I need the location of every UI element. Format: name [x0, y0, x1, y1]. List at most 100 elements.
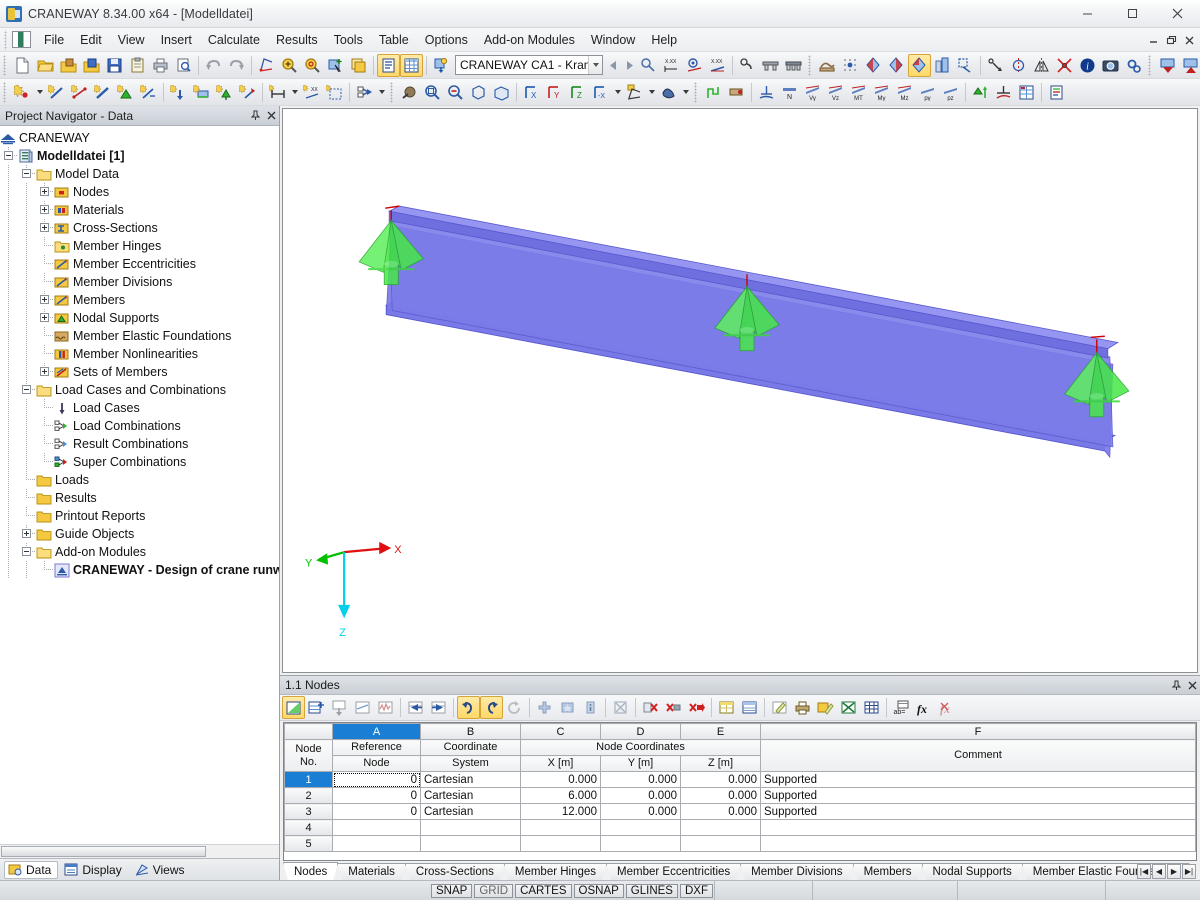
cell-x[interactable] — [520, 819, 601, 836]
add-row-icon[interactable] — [533, 696, 556, 719]
new-hinge-icon[interactable] — [137, 81, 160, 104]
menu-help[interactable]: Help — [643, 30, 685, 50]
cell-coordinate-system[interactable]: Cartesian — [420, 771, 521, 788]
combo-next-icon[interactable] — [621, 54, 637, 77]
sheet-tab-members[interactable]: Members — [853, 863, 923, 880]
status-toggle-grid[interactable]: GRID — [474, 883, 514, 898]
dimension-xx-icon[interactable]: X.XX — [660, 54, 683, 77]
render-settings-icon[interactable] — [255, 54, 278, 77]
nodal-support-down-icon[interactable] — [167, 81, 190, 104]
row-header[interactable]: 4 — [284, 819, 333, 836]
column-header-b[interactable]: B — [420, 723, 521, 740]
tree-item-member-eccentricities[interactable]: Member Eccentricities — [0, 255, 279, 273]
table-row[interactable]: 5 — [284, 835, 1196, 852]
row-header[interactable]: 3 — [284, 803, 333, 820]
tree-item-results[interactable]: Results — [0, 489, 279, 507]
tree-item-materials[interactable]: Materials — [0, 201, 279, 219]
tab-last-icon[interactable]: ▶| — [1182, 864, 1196, 879]
mdi-minimize-button[interactable] — [1144, 31, 1162, 49]
cell-z[interactable]: 0.000 — [680, 803, 761, 820]
grid-table-icon[interactable] — [860, 696, 883, 719]
sheet-tab-member-divisions[interactable]: Member Divisions — [740, 863, 853, 880]
blue-table-icon[interactable] — [738, 696, 761, 719]
navigator-tree[interactable]: CRANEWAY Modelldatei [1] Model Data Nodes Ma… — [0, 126, 279, 844]
mdi-restore-button[interactable] — [1162, 31, 1180, 49]
menu-view[interactable]: View — [110, 30, 153, 50]
collapse-icon[interactable] — [4, 151, 13, 160]
tree-item-member-hinges[interactable]: Member Hinges — [0, 237, 279, 255]
grid-snap-icon[interactable] — [839, 54, 862, 77]
expand-icon[interactable] — [40, 223, 49, 232]
member-result-icon[interactable] — [702, 81, 725, 104]
cell-z[interactable] — [680, 819, 761, 836]
group-object-dropdown-icon[interactable] — [376, 81, 387, 104]
toolbar-grip-3[interactable] — [1147, 54, 1154, 76]
model-viewport[interactable]: X Y Z — [282, 108, 1198, 673]
intersection-icon[interactable] — [1053, 54, 1076, 77]
tree-item-members[interactable]: Members — [0, 291, 279, 309]
cell-y[interactable]: 0.000 — [600, 803, 681, 820]
clipboard-icon[interactable] — [126, 54, 149, 77]
menu-grip[interactable] — [2, 29, 11, 50]
navigator-close-icon[interactable] — [263, 108, 279, 124]
sheet-tab-nodal-supports[interactable]: Nodal Supports — [922, 863, 1023, 880]
expand-icon[interactable] — [40, 313, 49, 322]
maximize-button[interactable] — [1110, 0, 1155, 28]
new-member-icon[interactable] — [45, 81, 68, 104]
expand-icon[interactable] — [40, 295, 49, 304]
delete-selection-icon[interactable] — [609, 696, 632, 719]
dimension-xx-2-icon[interactable]: XX — [300, 81, 323, 104]
close-button[interactable] — [1155, 0, 1200, 28]
mirror-icon[interactable] — [1030, 54, 1053, 77]
tree-item-cross-sections[interactable]: Cross-Sections — [0, 219, 279, 237]
zoom-in-icon[interactable] — [278, 54, 301, 77]
tree-item-super-combinations[interactable]: Super Combinations — [0, 453, 279, 471]
print-icon[interactable] — [149, 54, 172, 77]
view-dropdown-icon[interactable] — [612, 81, 623, 104]
navigator-hscrollbar[interactable] — [0, 844, 279, 858]
zoom-window-icon[interactable] — [421, 81, 444, 104]
new-file-icon[interactable] — [11, 54, 34, 77]
toolbar-grip-2[interactable] — [807, 54, 814, 76]
navigator-tab-data[interactable]: Data — [4, 860, 59, 879]
cell-y[interactable] — [600, 819, 681, 836]
tab-first-icon[interactable]: |◀ — [1137, 864, 1151, 879]
p-y-icon[interactable]: py — [916, 81, 939, 104]
tree-item-printout-reports[interactable]: Printout Reports — [0, 507, 279, 525]
refresh-icon[interactable] — [503, 696, 526, 719]
dimension-slope-icon[interactable]: X.XX — [706, 54, 729, 77]
tab-prev-icon[interactable]: ◀ — [1152, 864, 1166, 879]
expand-icon[interactable] — [40, 205, 49, 214]
menu-table[interactable]: Table — [371, 30, 417, 50]
tab-next-icon[interactable]: ▶ — [1167, 864, 1181, 879]
selection-rect-icon[interactable] — [323, 81, 346, 104]
save-icon[interactable] — [103, 54, 126, 77]
node-result-up-icon[interactable] — [1179, 54, 1200, 77]
toolbar-grip-4[interactable] — [2, 81, 9, 103]
sheet-tab-nodes[interactable]: Nodes — [283, 862, 338, 880]
collapse-icon[interactable] — [22, 385, 31, 394]
undo-icon[interactable] — [202, 54, 225, 77]
cell-reference-node[interactable] — [332, 835, 421, 852]
shear-force-Vy-icon[interactable]: Vy — [801, 81, 824, 104]
status-toggle-cartes[interactable]: CARTES — [515, 883, 572, 898]
navigator-tab-display[interactable]: Display — [60, 861, 128, 879]
insert-row-icon[interactable] — [305, 696, 328, 719]
mdi-close-button[interactable] — [1180, 31, 1198, 49]
new-nodal-support-icon[interactable] — [213, 81, 236, 104]
menu-results[interactable]: Results — [268, 30, 326, 50]
chart-icon[interactable] — [351, 696, 374, 719]
perspective-view-icon[interactable] — [490, 81, 513, 104]
column-header-f[interactable]: F — [760, 723, 1196, 740]
dimension-line-dropdown-icon[interactable] — [289, 81, 300, 104]
label-ab-icon[interactable]: ab= — [890, 696, 913, 719]
column-header-c[interactable]: C — [520, 723, 601, 740]
cell-reference-node[interactable]: 0 — [332, 771, 421, 788]
deformation-diagram-icon[interactable] — [992, 81, 1015, 104]
menu-tools[interactable]: Tools — [326, 30, 371, 50]
toolbar-grip-1[interactable] — [2, 54, 9, 76]
node-result-down-icon[interactable] — [1156, 54, 1179, 77]
zoom-circle-icon[interactable] — [683, 54, 706, 77]
row-header[interactable]: 5 — [284, 835, 333, 852]
pin-icon[interactable] — [247, 108, 263, 124]
